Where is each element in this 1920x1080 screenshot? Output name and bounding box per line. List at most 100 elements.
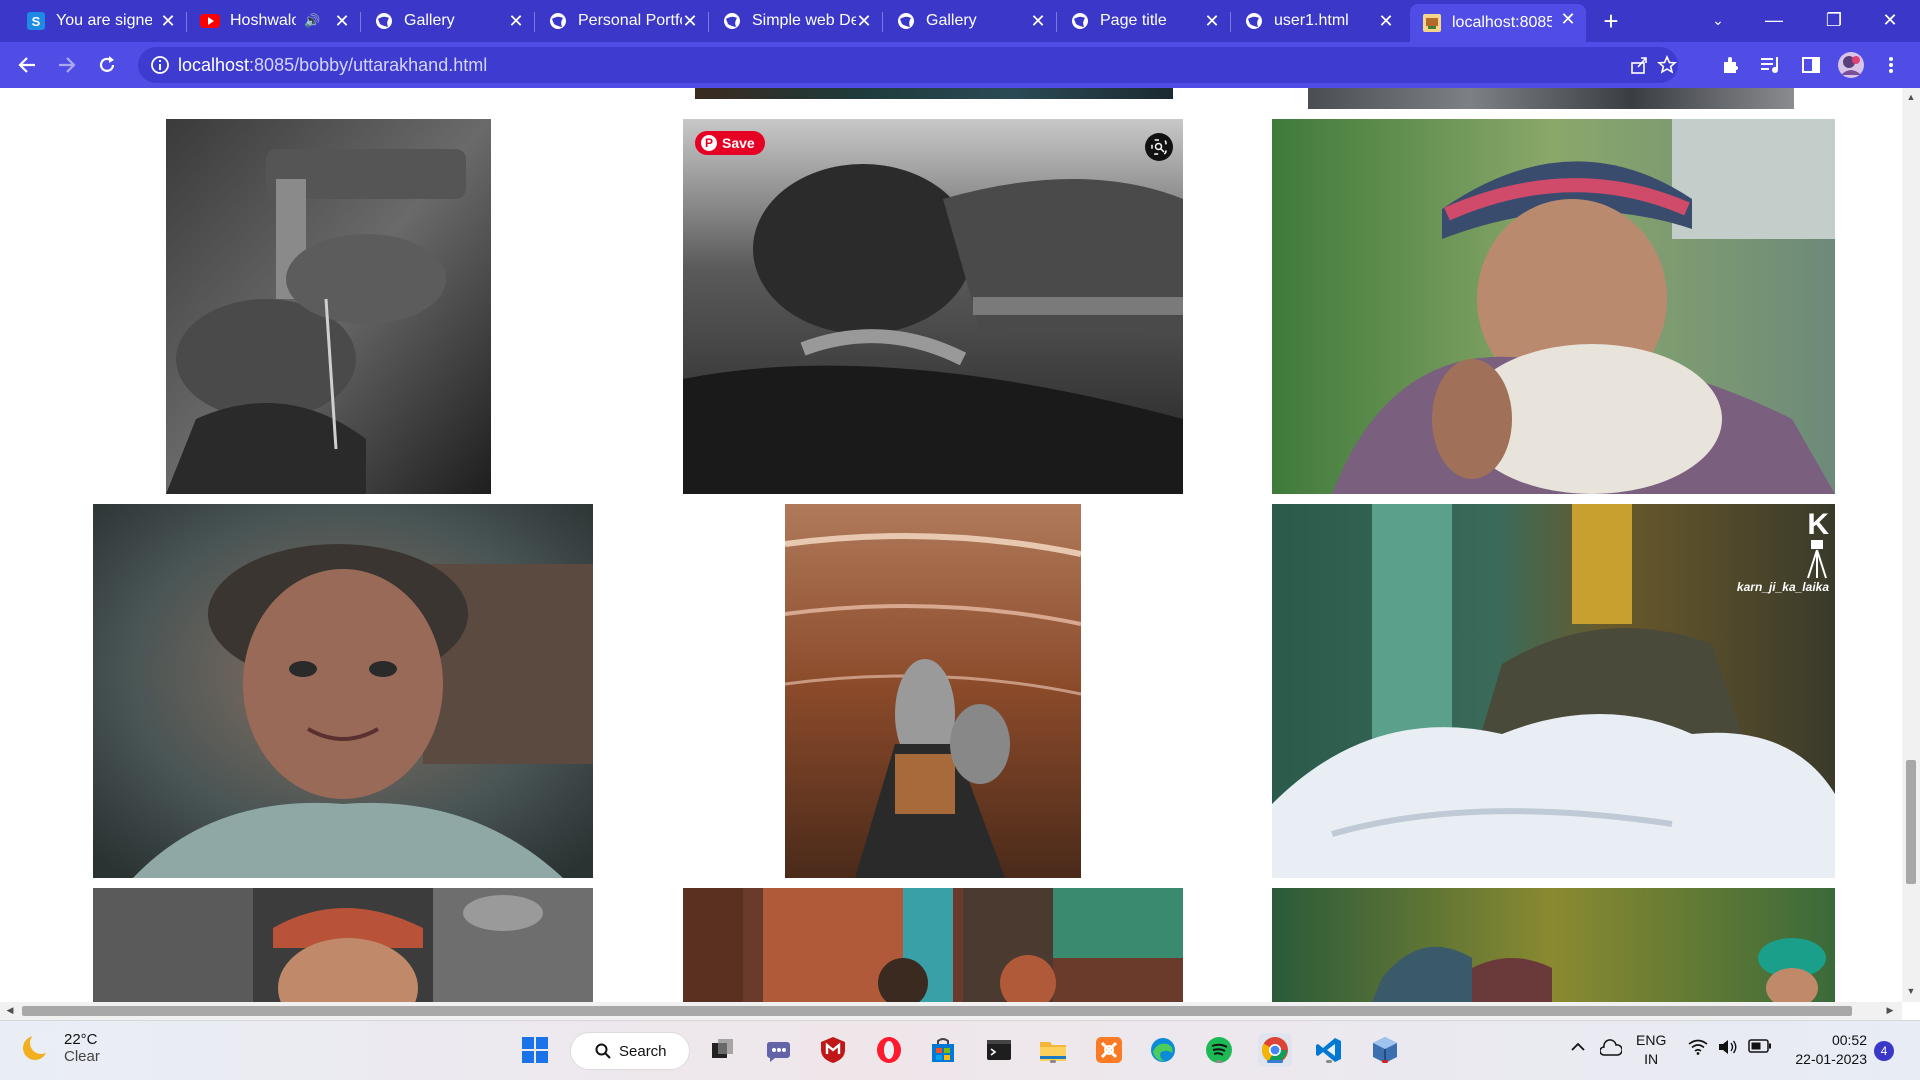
- gallery-photo-river-feet[interactable]: [785, 504, 1081, 878]
- close-tab-icon[interactable]: ✕: [1376, 11, 1396, 31]
- share-icon[interactable]: [1628, 54, 1650, 76]
- scroll-left-arrow-icon[interactable]: ◀: [4, 1005, 16, 1017]
- tab-title: Hoshwalo: [230, 12, 296, 29]
- chrome-icon[interactable]: [1258, 1033, 1292, 1067]
- vscode-icon[interactable]: [1312, 1033, 1346, 1067]
- tab-0[interactable]: S You are signed ✕: [14, 6, 186, 36]
- tab-search-chevron-icon[interactable]: ⌄: [1690, 0, 1746, 40]
- media-control-icon[interactable]: [1756, 50, 1786, 80]
- gallery-photo-partial[interactable]: [695, 88, 1173, 99]
- weather-widget[interactable]: 22°C Clear: [20, 1031, 100, 1065]
- vertical-scrollbar[interactable]: ▲ ▼: [1902, 88, 1920, 1002]
- running-indicator: [1216, 1060, 1222, 1063]
- gallery-photo-snow-rock[interactable]: K karn_ji_ka_laika: [1272, 504, 1835, 878]
- teams-chat-icon[interactable]: [762, 1033, 796, 1067]
- clock-time: 00:52: [1831, 1032, 1867, 1048]
- tab-title: Personal Portfo: [578, 12, 682, 29]
- horizontal-scroll-thumb[interactable]: [22, 1006, 1852, 1016]
- show-hidden-icons-chevron-icon[interactable]: [1570, 1039, 1586, 1060]
- close-tab-icon[interactable]: ✕: [158, 11, 178, 31]
- globe-icon: [548, 11, 568, 31]
- taskbar-search[interactable]: Search: [570, 1032, 690, 1070]
- close-tab-icon[interactable]: ✕: [1202, 11, 1222, 31]
- watermark-logo-letter: K: [1807, 508, 1829, 541]
- minimize-button[interactable]: —: [1746, 0, 1802, 40]
- horizontal-scrollbar[interactable]: ◀ ▶: [0, 1002, 1902, 1020]
- site-info-icon[interactable]: [150, 55, 170, 75]
- running-indicator: [1382, 1060, 1388, 1063]
- volume-icon[interactable]: [1718, 1039, 1738, 1060]
- tab-5[interactable]: Gallery ✕: [884, 6, 1056, 36]
- system-clock[interactable]: 00:52 22-01-2023: [1785, 1031, 1867, 1069]
- reload-icon: [99, 56, 115, 72]
- terminal-icon[interactable]: [982, 1033, 1016, 1067]
- bookmark-star-icon[interactable]: [1656, 54, 1678, 76]
- battery-icon[interactable]: [1748, 1039, 1772, 1058]
- save-label: Save: [722, 135, 755, 151]
- search-label: Search: [619, 1042, 667, 1060]
- extensions-puzzle-icon[interactable]: [1716, 50, 1746, 80]
- mcafee-icon[interactable]: [816, 1033, 850, 1067]
- gallery-photo-girl-portrait[interactable]: [93, 504, 593, 878]
- close-tab-icon[interactable]: ✕: [1558, 9, 1578, 29]
- file-explorer-icon[interactable]: [1036, 1033, 1070, 1067]
- pinterest-save-button[interactable]: P Save: [695, 131, 765, 155]
- forward-button[interactable]: [52, 50, 82, 80]
- onedrive-sync-icon[interactable]: [1599, 1039, 1623, 1062]
- close-tab-icon[interactable]: ✕: [854, 11, 874, 31]
- tab-6[interactable]: Page title ✕: [1058, 6, 1230, 36]
- scroll-up-arrow-icon[interactable]: ▲: [1906, 92, 1916, 104]
- notification-badge[interactable]: 4: [1874, 1041, 1894, 1061]
- reload-button[interactable]: [92, 50, 122, 80]
- xampp-favicon-icon: [1422, 13, 1442, 33]
- gallery-photo-partial[interactable]: [1308, 88, 1794, 109]
- gallery-photo-boy-cap[interactable]: [93, 888, 593, 1002]
- tab-3[interactable]: Personal Portfo ✕: [536, 6, 708, 36]
- gallery-photo-hands-tool[interactable]: [166, 119, 491, 494]
- gallery-photo-women-caps[interactable]: [1272, 888, 1835, 1002]
- language-indicator[interactable]: ENG IN: [1636, 1031, 1666, 1069]
- speaker-icon[interactable]: 🔊: [304, 13, 320, 29]
- browser-toolbar: localhost:8085/bobby/uttarakhand.html: [0, 42, 1920, 88]
- gallery-photo-village-houses[interactable]: [683, 888, 1183, 1002]
- running-indicator-active: [1267, 1060, 1283, 1063]
- tab-1[interactable]: Hoshwalo 🔊 ✕: [188, 6, 360, 36]
- tab-2[interactable]: Gallery ✕: [362, 6, 534, 36]
- wifi-icon[interactable]: [1688, 1039, 1708, 1060]
- close-window-button[interactable]: ✕: [1862, 0, 1918, 40]
- tripod-icon: [1737, 540, 1829, 580]
- tab-8-active[interactable]: localhost:8085 ✕: [1410, 4, 1586, 42]
- back-button[interactable]: [12, 50, 42, 80]
- virtualbox-icon[interactable]: [1368, 1033, 1402, 1067]
- new-tab-button[interactable]: +: [1598, 8, 1624, 35]
- tab-7[interactable]: user1.html ✕: [1232, 6, 1404, 36]
- xampp-icon[interactable]: [1092, 1033, 1126, 1067]
- tab-separator: [1230, 12, 1231, 32]
- restore-button[interactable]: ❐: [1806, 0, 1862, 40]
- url-text: localhost:8085/bobby/uttarakhand.html: [178, 55, 487, 76]
- tab-title: You are signed: [56, 12, 152, 29]
- gallery-photo-man-bw[interactable]: P Save: [683, 119, 1183, 494]
- close-tab-icon[interactable]: ✕: [680, 11, 700, 31]
- page-viewport: P Save K karn_ji_ka_laika: [0, 88, 1902, 1002]
- scroll-down-arrow-icon[interactable]: ▼: [1906, 986, 1916, 998]
- task-view-icon[interactable]: [706, 1033, 740, 1067]
- close-tab-icon[interactable]: ✕: [506, 11, 526, 31]
- microsoft-store-icon[interactable]: [926, 1033, 960, 1067]
- visual-search-icon[interactable]: [1145, 133, 1173, 161]
- address-bar[interactable]: localhost:8085/bobby/uttarakhand.html: [138, 47, 1678, 83]
- globe-icon: [1070, 11, 1090, 31]
- close-tab-icon[interactable]: ✕: [332, 11, 352, 31]
- kebab-menu-icon[interactable]: [1876, 50, 1906, 80]
- edge-icon[interactable]: [1146, 1033, 1180, 1067]
- opera-icon[interactable]: [872, 1033, 906, 1067]
- gallery-photo-woman-lamb[interactable]: [1272, 119, 1835, 494]
- side-panel-icon[interactable]: [1796, 50, 1826, 80]
- close-tab-icon[interactable]: ✕: [1028, 11, 1048, 31]
- profile-avatar[interactable]: [1836, 50, 1866, 80]
- tab-4[interactable]: Simple web De ✕: [710, 6, 882, 36]
- windows-start-icon[interactable]: [518, 1033, 552, 1067]
- scroll-right-arrow-icon[interactable]: ▶: [1884, 1005, 1896, 1017]
- spotify-icon[interactable]: [1202, 1033, 1236, 1067]
- vertical-scroll-thumb[interactable]: [1906, 760, 1916, 884]
